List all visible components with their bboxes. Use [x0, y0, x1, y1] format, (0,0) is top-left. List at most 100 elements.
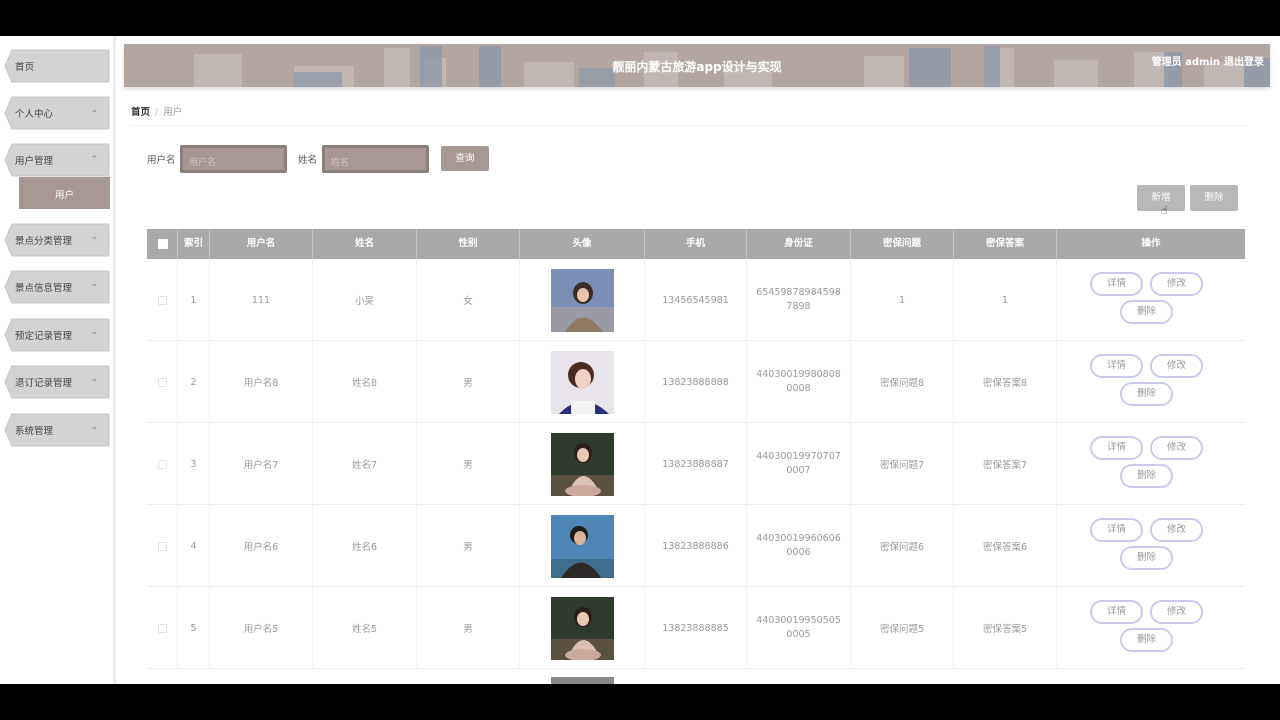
sidebar-item-cancellation[interactable]: 退订记录管理 ⌄ [4, 365, 110, 399]
name-search-input[interactable]: 姓名 [322, 145, 429, 173]
delete-button[interactable]: 删除 [1120, 546, 1173, 570]
edit-button[interactable]: 修改 [1150, 354, 1203, 378]
answer-cell: 密保答案8 [954, 341, 1057, 423]
header-index: 索引 [178, 229, 210, 259]
index-cell: 5 [178, 587, 210, 669]
avatar-cell [520, 423, 645, 505]
sidebar: 首页 个人中心 ⌄ 用户管理 ⌃ 用户 景点分类管理 ⌄ 景点信息管理 ⌄ 预定… [0, 36, 116, 684]
name-cell: 姓名7 [313, 423, 417, 505]
sidebar-item-booking[interactable]: 预定记录管理 ⌄ [4, 318, 110, 352]
sidebar-subitem-user[interactable]: 用户 [19, 177, 110, 209]
edit-button[interactable]: 修改 [1150, 518, 1203, 542]
app-viewport: 首页 个人中心 ⌄ 用户管理 ⌃ 用户 景点分类管理 ⌄ 景点信息管理 ⌄ 预定… [0, 36, 1280, 684]
row-checkbox[interactable] [157, 295, 167, 305]
table-row: 1 111 小吴 女 13456545981 65459878984598789… [147, 259, 1245, 341]
letterbox-top [0, 0, 1280, 36]
id-card-value: 654598789845987898 [756, 287, 841, 312]
avatar-cell [520, 587, 645, 669]
header-avatar: 头像 [520, 229, 645, 259]
name-label: 姓名 [298, 155, 318, 166]
checkbox-cell [147, 423, 178, 505]
delete-button[interactable]: 删除 [1120, 300, 1173, 324]
row-checkbox[interactable] [157, 459, 167, 469]
sidebar-item-label: 景点信息管理 [15, 283, 73, 294]
header-username: 用户名 [210, 229, 313, 259]
edit-button[interactable]: 修改 [1150, 272, 1203, 296]
avatar-photo [550, 350, 614, 414]
sidebar-item-users[interactable]: 用户管理 ⌃ [4, 143, 110, 177]
sidebar-item-system[interactable]: 系统管理 ⌄ [4, 413, 110, 447]
actions-cell: 详情 修改 删除 [1057, 587, 1245, 669]
id-card-cell: 654598789845987898 [747, 259, 851, 341]
chevron-down-icon: ⌄ [90, 374, 98, 384]
gender-cell: 女 [417, 259, 520, 341]
answer-cell: 密保答案5 [954, 587, 1057, 669]
checkbox-cell [147, 341, 178, 423]
delete-button[interactable]: 删除 [1120, 628, 1173, 652]
phone-cell: 13823888885 [645, 587, 747, 669]
avatar-photo-partial [551, 677, 614, 684]
sidebar-item-label: 退订记录管理 [15, 378, 73, 389]
sidebar-subitem-label: 用户 [54, 190, 74, 201]
phone-cell: 13823888887 [645, 423, 747, 505]
header-security-answer: 密保答案 [954, 229, 1057, 259]
question-cell: 1 [851, 259, 954, 341]
avatar-photo [550, 514, 614, 578]
sidebar-item-scenic-info[interactable]: 景点信息管理 ⌄ [4, 270, 110, 304]
edit-button[interactable]: 修改 [1150, 436, 1203, 460]
app-title: 靓丽内蒙古旅游app设计与实现 [612, 60, 782, 74]
index-cell: 1 [178, 259, 210, 341]
actions-cell: 详情 修改 删除 [1057, 423, 1245, 505]
detail-button[interactable]: 详情 [1090, 600, 1143, 624]
id-card-value: 440300199606060006 [756, 533, 841, 558]
detail-button[interactable]: 详情 [1090, 354, 1143, 378]
select-all-checkbox[interactable] [158, 239, 168, 249]
table-row: 2 用户名8 姓名8 男 13823888888 440300199808080… [147, 341, 1245, 423]
id-card-cell: 440300199808080008 [747, 341, 851, 423]
name-cell: 姓名5 [313, 587, 417, 669]
checkbox-cell [147, 505, 178, 587]
question-cell: 密保问题7 [851, 423, 954, 505]
edit-button[interactable]: 修改 [1150, 600, 1203, 624]
delete-button[interactable]: 删除 [1120, 464, 1173, 488]
checkbox-cell [147, 587, 178, 669]
username-label: 用户名 [147, 155, 176, 166]
sidebar-item-profile[interactable]: 个人中心 ⌄ [4, 96, 110, 130]
detail-button[interactable]: 详情 [1090, 272, 1143, 296]
sidebar-item-label: 个人中心 [15, 109, 54, 120]
detail-button[interactable]: 详情 [1090, 518, 1143, 542]
actions-cell: 详情 修改 删除 [1057, 505, 1245, 587]
chevron-down-icon: ⌄ [90, 105, 98, 115]
username-search-input[interactable]: 用户名 [180, 145, 287, 173]
phone-cell: 13823888888 [645, 341, 747, 423]
gender-cell: 男 [417, 587, 520, 669]
query-button[interactable]: 查询 [441, 146, 489, 171]
gender-cell: 男 [417, 423, 520, 505]
phone-cell: 13456545981 [645, 259, 747, 341]
actions-cell: 详情 修改 删除 [1057, 341, 1245, 423]
row-checkbox[interactable] [157, 377, 167, 387]
table-header: 索引 用户名 姓名 性别 头像 手机 身份证 密保问题 密保答案 操作 [147, 229, 1245, 259]
chevron-down-icon: ⌄ [90, 327, 98, 337]
detail-button[interactable]: 详情 [1090, 436, 1143, 460]
sidebar-item-home[interactable]: 首页 [4, 49, 110, 83]
row-checkbox[interactable] [157, 623, 167, 633]
row-checkbox[interactable] [157, 541, 167, 551]
letterbox-bottom [0, 684, 1280, 720]
sidebar-item-label: 预定记录管理 [15, 331, 73, 342]
delete-button[interactable]: 删除 [1120, 382, 1173, 406]
chevron-down-icon: ⌄ [90, 422, 98, 432]
sidebar-item-scenic-category[interactable]: 景点分类管理 ⌄ [4, 223, 110, 257]
breadcrumb-separator: / [155, 107, 159, 118]
checkbox-cell [147, 259, 178, 341]
divider [131, 125, 1246, 126]
username-cell: 用户名7 [210, 423, 313, 505]
avatar-cell [520, 341, 645, 423]
id-card-cell: 440300199707070007 [747, 423, 851, 505]
batch-delete-button[interactable]: 删除 [1190, 185, 1238, 211]
breadcrumb-home[interactable]: 首页 [131, 107, 150, 118]
logout-link[interactable]: 退出登录 [1224, 57, 1264, 68]
header-select-all-cell [147, 229, 178, 259]
chevron-down-icon: ⌄ [90, 279, 98, 289]
answer-cell: 1 [954, 259, 1057, 341]
